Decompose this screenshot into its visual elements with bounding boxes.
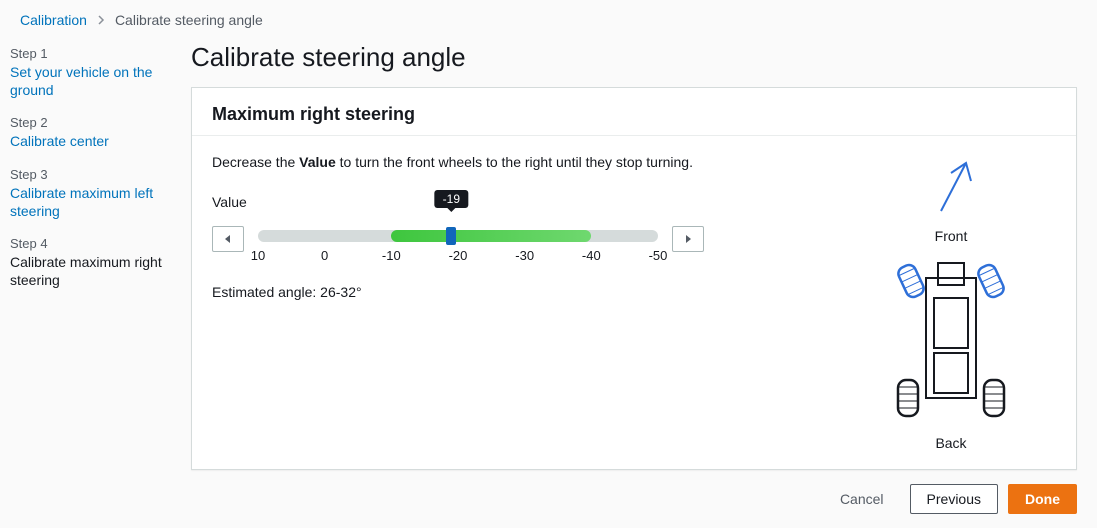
step-title: Calibrate maximum right steering	[10, 253, 165, 289]
slider-tick: -10	[382, 248, 401, 263]
cancel-button[interactable]: Cancel	[824, 484, 900, 514]
page-title: Calibrate steering angle	[191, 42, 1077, 73]
step-title: Set your vehicle on the ground	[10, 63, 165, 99]
previous-button[interactable]: Previous	[910, 484, 998, 514]
value-label: Value	[212, 194, 806, 210]
value-slider[interactable]: -19 100-10-20-30-40-50	[258, 216, 658, 266]
triangle-left-icon	[223, 234, 233, 244]
triangle-right-icon	[683, 234, 693, 244]
vehicle-diagram: Front	[876, 151, 1026, 455]
wizard-steps: Step 1 Set your vehicle on the ground St…	[0, 34, 185, 528]
slider-thumb[interactable]	[446, 227, 456, 245]
slider-tick: -40	[582, 248, 601, 263]
step-label: Step 1	[10, 46, 165, 61]
slider-ticks: 100-10-20-30-40-50	[258, 248, 658, 266]
slider-tick: 10	[251, 248, 265, 263]
arrow-icon	[911, 151, 991, 221]
estimated-angle: Estimated angle: 26-32°	[212, 284, 806, 300]
slider-tick: 0	[321, 248, 328, 263]
step-label: Step 2	[10, 115, 165, 130]
wizard-step-4: Step 4 Calibrate maximum right steering	[10, 236, 165, 289]
decrease-button[interactable]	[212, 226, 244, 252]
breadcrumb-current: Calibrate steering angle	[115, 12, 263, 28]
panel-heading: Maximum right steering	[192, 88, 1076, 136]
breadcrumb-root[interactable]: Calibration	[20, 12, 87, 28]
back-label: Back	[876, 435, 1026, 451]
slider-tick: -30	[515, 248, 534, 263]
wizard-step-3[interactable]: Step 3 Calibrate maximum left steering	[10, 167, 165, 220]
slider-tooltip: -19	[435, 190, 468, 208]
front-label: Front	[876, 228, 1026, 244]
instruction-text: Decrease the Value to turn the front whe…	[212, 154, 806, 170]
slider-tick: -50	[649, 248, 668, 263]
slider-tick: -20	[449, 248, 468, 263]
step-label: Step 4	[10, 236, 165, 251]
step-title: Calibrate maximum left steering	[10, 184, 165, 220]
slider-track	[258, 230, 658, 242]
step-label: Step 3	[10, 167, 165, 182]
wizard-step-1[interactable]: Step 1 Set your vehicle on the ground	[10, 46, 165, 99]
step-title: Calibrate center	[10, 132, 165, 150]
wizard-footer: Cancel Previous Done	[191, 470, 1077, 514]
slider-active-range	[391, 230, 591, 242]
chevron-right-icon	[97, 12, 105, 28]
wizard-step-2[interactable]: Step 2 Calibrate center	[10, 115, 165, 150]
done-button[interactable]: Done	[1008, 484, 1077, 514]
calibration-panel: Maximum right steering Decrease the Valu…	[191, 87, 1077, 470]
breadcrumb: Calibration Calibrate steering angle	[0, 0, 1097, 34]
car-top-icon	[876, 248, 1026, 428]
increase-button[interactable]	[672, 226, 704, 252]
